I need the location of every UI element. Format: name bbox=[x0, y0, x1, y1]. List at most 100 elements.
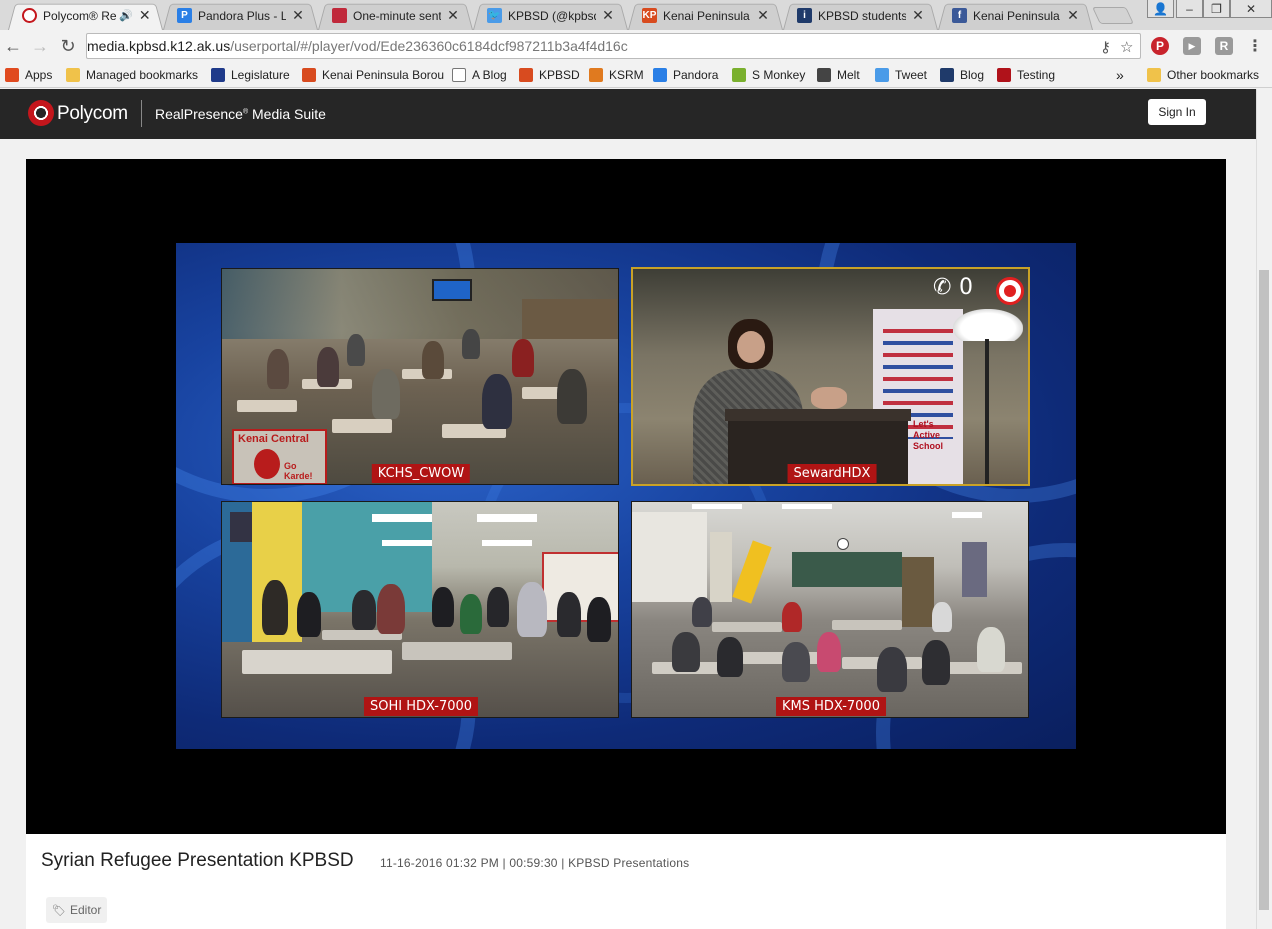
tab-close-icon[interactable]: ✕ bbox=[139, 7, 151, 24]
bookmark-item[interactable]: Managed bookmarks bbox=[66, 66, 198, 84]
forward-button[interactable]: → bbox=[30, 36, 50, 56]
video-meta: 11-16-2016 01:32 PM | 00:59:30 | KPBSD P… bbox=[380, 856, 690, 870]
browser-tab[interactable]: One-minute sente ✕ bbox=[318, 1, 473, 31]
pane-label-seward: SewardHDX bbox=[787, 464, 877, 483]
pane-label-kms: KMS HDX-7000 bbox=[776, 697, 886, 716]
bookmark-item[interactable]: KSRM bbox=[589, 66, 644, 84]
tab-close-icon[interactable]: ✕ bbox=[757, 7, 769, 24]
extension-icon[interactable]: R bbox=[1215, 37, 1233, 55]
video-frame[interactable]: Kenai Central Go Karde! KCHS_CWOW Let's Ac… bbox=[176, 243, 1076, 749]
bookmark-item[interactable]: Kenai Peninsula Borou bbox=[302, 66, 444, 84]
browser-tab[interactable]: KP Kenai Peninsula B ✕ bbox=[628, 1, 783, 31]
key-icon[interactable]: ⚷ bbox=[1100, 38, 1111, 56]
tab-favicon-icon: f bbox=[952, 8, 967, 23]
bookmarks-bar: Apps Managed bookmarks Legislature Kenai Pe… bbox=[0, 62, 1272, 88]
tab-favicon-icon bbox=[22, 8, 37, 23]
video-pane-seward[interactable]: Let's Active School ✆ 0 SewardHDX bbox=[631, 267, 1030, 486]
tab-strip: Polycom® Rea🔊✕PPandora Plus - Lis✕One-mi… bbox=[0, 0, 1272, 31]
new-tab-button[interactable] bbox=[1092, 7, 1134, 24]
tab-close-icon[interactable]: ✕ bbox=[447, 7, 459, 24]
ksrm-icon bbox=[589, 68, 603, 82]
record-icon bbox=[996, 277, 1024, 305]
back-button[interactable]: ← bbox=[3, 36, 23, 56]
tab-audio-icon[interactable]: 🔊 bbox=[119, 9, 133, 22]
tab-title: KPBSD students c bbox=[818, 8, 906, 23]
brand-name: Polycom bbox=[57, 103, 128, 124]
browser-tab[interactable]: f Kenai Peninsula B ✕ bbox=[938, 1, 1093, 31]
tab-favicon-icon bbox=[332, 8, 347, 23]
tab-favicon-icon: 🐦 bbox=[487, 8, 502, 23]
apps-icon bbox=[5, 68, 19, 82]
tab-title: Kenai Peninsula B bbox=[663, 8, 751, 23]
browser-tab[interactable]: i KPBSD students c ✕ bbox=[783, 1, 938, 31]
bookmarks-overflow-button[interactable]: » bbox=[1116, 66, 1124, 84]
tab-favicon-icon: P bbox=[177, 8, 192, 23]
tag-label: Editor bbox=[69, 903, 102, 917]
restore-button[interactable]: ❐ bbox=[1203, 0, 1230, 18]
tag-editor[interactable]: 🏷 Editor bbox=[46, 897, 108, 923]
menu-icon[interactable]: ⋮ bbox=[1246, 37, 1264, 55]
pane-label-kchs: KCHS_CWOW bbox=[371, 464, 471, 483]
browser-tab[interactable]: P Pandora Plus - Lis ✕ bbox=[163, 1, 318, 31]
bookmark-item[interactable]: Apps bbox=[5, 66, 52, 84]
call-count: 0 bbox=[959, 275, 973, 300]
bookmark-label: Tweet bbox=[895, 68, 928, 82]
bookmark-label: Kenai Peninsula Borou bbox=[322, 68, 445, 82]
bookmark-star-icon[interactable]: ☆ bbox=[1120, 38, 1133, 56]
tab-close-icon[interactable]: ✕ bbox=[602, 7, 614, 24]
bookmark-item[interactable]: Legislature bbox=[211, 66, 290, 84]
close-window-button[interactable]: ✕ bbox=[1230, 0, 1272, 18]
twitter-icon bbox=[875, 68, 889, 82]
tab-title: One-minute sente bbox=[353, 8, 441, 23]
browser-toolbar: ← → ↻ i media.kpbsd.k12.ak.us/userportal… bbox=[0, 30, 1272, 882]
video-pane-kms[interactable]: KMS HDX-7000 bbox=[631, 501, 1029, 718]
folder-icon bbox=[66, 68, 80, 82]
bookmark-item[interactable]: S Monkey bbox=[732, 66, 805, 84]
bookmark-label: Blog bbox=[960, 68, 985, 82]
bookmark-label: Managed bookmarks bbox=[86, 68, 199, 82]
bookmark-item[interactable]: KPBSD bbox=[519, 66, 580, 84]
scrollbar-thumb[interactable] bbox=[1259, 270, 1269, 910]
pane-label-sohi: SOHI HDX-7000 bbox=[363, 697, 479, 716]
browser-tab[interactable]: Polycom® Rea 🔊 ✕ bbox=[8, 1, 163, 31]
other-bookmarks[interactable]: Other bookmarks bbox=[1147, 66, 1259, 84]
address-bar[interactable]: i media.kpbsd.k12.ak.us/userportal/#/pla… bbox=[86, 33, 1141, 882]
video-extension-icon[interactable]: ▶ bbox=[1183, 37, 1201, 55]
kp-icon bbox=[302, 68, 316, 82]
video-pane-kchs[interactable]: Kenai Central Go Karde! KCHS_CWOW bbox=[221, 268, 619, 485]
kp-icon bbox=[519, 68, 533, 82]
bookmark-label: Pandora bbox=[673, 68, 719, 82]
tab-title: Polycom® Rea bbox=[43, 8, 117, 23]
bookmark-item[interactable]: Melt bbox=[817, 66, 860, 84]
bookmark-item[interactable]: Tweet bbox=[875, 66, 927, 84]
tab-close-icon[interactable]: ✕ bbox=[1067, 7, 1079, 24]
tab-favicon-icon: KP bbox=[642, 8, 657, 23]
minimize-button[interactable]: – bbox=[1176, 0, 1203, 18]
apple-icon bbox=[997, 68, 1011, 82]
tab-favicon-icon: i bbox=[797, 8, 812, 23]
tab-title: Pandora Plus - Lis bbox=[198, 8, 286, 23]
bookmark-item[interactable]: Pandora bbox=[653, 66, 718, 84]
tag-icon: 🏷 bbox=[52, 904, 66, 917]
user-icon[interactable]: 👤 bbox=[1147, 0, 1174, 18]
sign-in-button[interactable]: Sign In bbox=[1148, 99, 1206, 125]
tab-title: KPBSD (@kpbsd) bbox=[508, 8, 596, 23]
melt-icon bbox=[817, 68, 831, 82]
bookmark-item[interactable]: A Blog bbox=[452, 66, 507, 84]
video-pane-sohi[interactable]: SOHI HDX-7000 bbox=[221, 501, 619, 718]
url-text[interactable]: media.kpbsd.k12.ak.us/userportal/#/playe… bbox=[87, 38, 628, 54]
bookmark-label: Apps bbox=[25, 68, 53, 82]
suite-name: RealPresence® Media Suite bbox=[155, 106, 326, 122]
video-title: Syrian Refugee Presentation KPBSD bbox=[41, 850, 354, 871]
reload-button[interactable]: ↻ bbox=[58, 36, 78, 56]
tab-close-icon[interactable]: ✕ bbox=[292, 7, 304, 24]
polycom-logo-icon bbox=[28, 100, 54, 126]
tab-title: Kenai Peninsula B bbox=[973, 8, 1061, 23]
browser-tab[interactable]: 🐦 KPBSD (@kpbsd) ✕ bbox=[473, 1, 628, 31]
bookmark-item[interactable]: Testing bbox=[997, 66, 1055, 84]
bookmark-item[interactable]: Blog bbox=[940, 66, 984, 84]
bookmark-label: KPBSD bbox=[539, 68, 580, 82]
tab-close-icon[interactable]: ✕ bbox=[912, 7, 924, 24]
kchs-banner: Kenai Central Go Karde! bbox=[232, 429, 327, 484]
pinterest-icon[interactable]: P bbox=[1151, 37, 1169, 55]
